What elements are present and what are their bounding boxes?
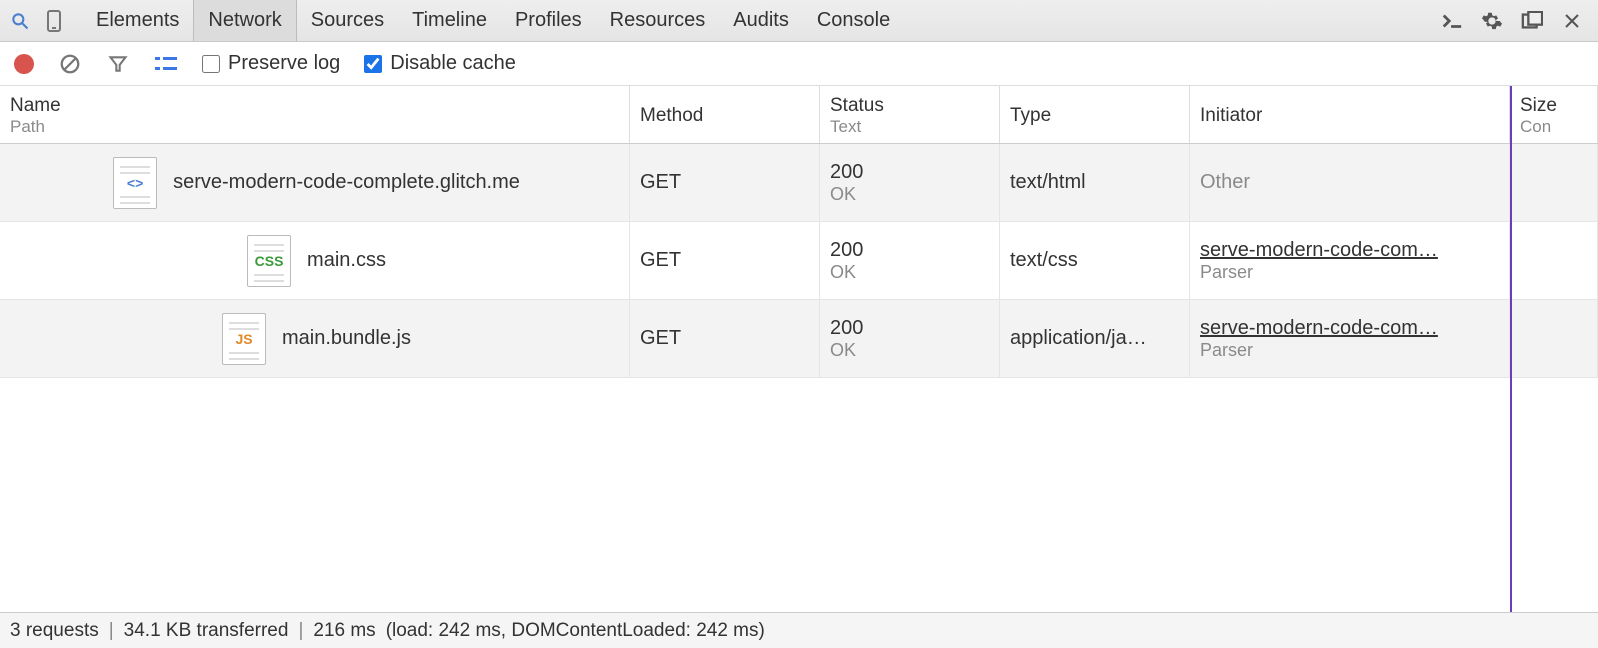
cell-initiator: serve-modern-code-com… Parser xyxy=(1190,222,1510,299)
device-mode-icon[interactable] xyxy=(40,7,68,35)
cell-size xyxy=(1510,222,1598,299)
tab-resources[interactable]: Resources xyxy=(596,0,720,41)
table-row[interactable]: <> serve-modern-code-complete.glitch.me … xyxy=(0,144,1598,222)
status-time: 216 ms xyxy=(313,620,375,642)
close-icon[interactable] xyxy=(1558,7,1586,35)
cell-status: 200 OK xyxy=(820,144,1000,221)
tab-profiles[interactable]: Profiles xyxy=(501,0,596,41)
col-status[interactable]: Status Text xyxy=(820,86,1000,143)
status-bar: 3 requests | 34.1 KB transferred | 216 m… xyxy=(0,612,1598,648)
status-transferred: 34.1 KB transferred xyxy=(124,620,289,642)
cell-name: <> serve-modern-code-complete.glitch.me xyxy=(0,144,630,221)
cell-name: CSS main.css xyxy=(0,222,630,299)
tab-timeline[interactable]: Timeline xyxy=(398,0,501,41)
network-grid: Name Path Method Status Text Type Initia… xyxy=(0,86,1598,612)
grid-header: Name Path Method Status Text Type Initia… xyxy=(0,86,1598,144)
cell-type: text/html xyxy=(1000,144,1190,221)
cell-initiator: serve-modern-code-com… Parser xyxy=(1190,300,1510,377)
clear-icon[interactable] xyxy=(58,52,82,76)
preserve-log-input[interactable] xyxy=(202,55,220,73)
tab-audits[interactable]: Audits xyxy=(719,0,803,41)
file-html-icon: <> xyxy=(113,157,157,209)
filter-icon[interactable] xyxy=(106,52,130,76)
table-row[interactable]: JS main.bundle.js GET 200 OK application… xyxy=(0,300,1598,378)
panel-tabs: Elements Network Sources Timeline Profil… xyxy=(82,0,904,41)
col-initiator[interactable]: Initiator xyxy=(1190,86,1510,143)
disable-cache-input[interactable] xyxy=(364,55,382,73)
network-toolbar: Preserve log Disable cache xyxy=(0,42,1598,86)
disable-cache-checkbox[interactable]: Disable cache xyxy=(364,52,516,75)
settings-gear-icon[interactable] xyxy=(1478,7,1506,35)
cell-name: JS main.bundle.js xyxy=(0,300,630,377)
status-detail: (load: 242 ms, DOMContentLoaded: 242 ms) xyxy=(386,620,765,642)
record-button[interactable] xyxy=(14,54,34,74)
file-js-icon: JS xyxy=(222,313,266,365)
cell-status: 200 OK xyxy=(820,222,1000,299)
search-icon[interactable] xyxy=(6,7,34,35)
tab-elements[interactable]: Elements xyxy=(82,0,193,41)
cell-size xyxy=(1510,144,1598,221)
initiator-link[interactable]: serve-modern-code-com… xyxy=(1200,317,1499,340)
cell-type: text/css xyxy=(1000,222,1190,299)
file-css-icon: CSS xyxy=(247,235,291,287)
col-size[interactable]: Size Con xyxy=(1510,86,1598,143)
cell-initiator: Other xyxy=(1190,144,1510,221)
tab-network[interactable]: Network xyxy=(193,0,296,41)
cell-status: 200 OK xyxy=(820,300,1000,377)
tab-sources[interactable]: Sources xyxy=(297,0,398,41)
preserve-log-label: Preserve log xyxy=(228,52,340,75)
col-name[interactable]: Name Path xyxy=(0,86,630,143)
preserve-log-checkbox[interactable]: Preserve log xyxy=(202,52,340,75)
view-options-icon[interactable] xyxy=(154,52,178,76)
initiator-link[interactable]: serve-modern-code-com… xyxy=(1200,239,1499,262)
col-method[interactable]: Method xyxy=(630,86,820,143)
col-type[interactable]: Type xyxy=(1000,86,1190,143)
drawer-toggle-icon[interactable] xyxy=(1438,7,1466,35)
disable-cache-label: Disable cache xyxy=(390,52,516,75)
cell-type: application/ja… xyxy=(1000,300,1190,377)
tabstrip-right-icons xyxy=(1438,7,1592,35)
cell-method: GET xyxy=(630,300,820,377)
devtools-tabstrip: Elements Network Sources Timeline Profil… xyxy=(0,0,1598,42)
cell-size xyxy=(1510,300,1598,377)
table-row[interactable]: CSS main.css GET 200 OK text/css serve-m… xyxy=(0,222,1598,300)
timeline-divider[interactable] xyxy=(1510,86,1512,612)
dock-side-icon[interactable] xyxy=(1518,7,1546,35)
status-requests: 3 requests xyxy=(10,620,99,642)
cell-method: GET xyxy=(630,222,820,299)
tab-console[interactable]: Console xyxy=(803,0,904,41)
cell-method: GET xyxy=(630,144,820,221)
